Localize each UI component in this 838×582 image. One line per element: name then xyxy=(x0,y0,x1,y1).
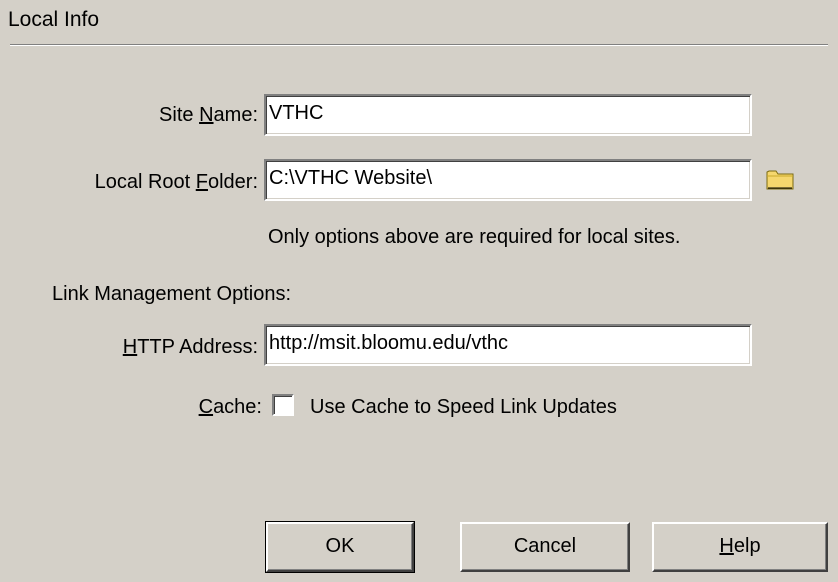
folder-icon[interactable] xyxy=(766,168,794,196)
ok-button[interactable]: OK xyxy=(265,521,415,573)
section-title: Local Info xyxy=(8,8,100,31)
cache-label: Cache: xyxy=(198,396,262,418)
section-divider xyxy=(10,44,828,46)
cache-checkbox-label[interactable]: Use Cache to Speed Link Updates xyxy=(310,396,617,419)
local-root-folder-field[interactable]: C:\VTHC Website\ xyxy=(264,159,752,201)
site-name-label: Site Name: xyxy=(159,104,258,126)
help-button[interactable]: Help xyxy=(652,522,828,572)
local-sites-note: Only options above are required for loca… xyxy=(268,226,681,248)
http-address-field[interactable]: http://msit.bloomu.edu/vthc xyxy=(264,324,752,366)
link-management-heading: Link Management Options: xyxy=(52,283,292,305)
http-address-label: HTTP Address: xyxy=(122,336,258,358)
cache-checkbox[interactable] xyxy=(272,394,294,416)
site-name-field[interactable]: VTHC xyxy=(264,94,752,136)
cancel-button[interactable]: Cancel xyxy=(460,522,630,572)
local-root-folder-label: Local Root Folder: xyxy=(94,171,258,193)
